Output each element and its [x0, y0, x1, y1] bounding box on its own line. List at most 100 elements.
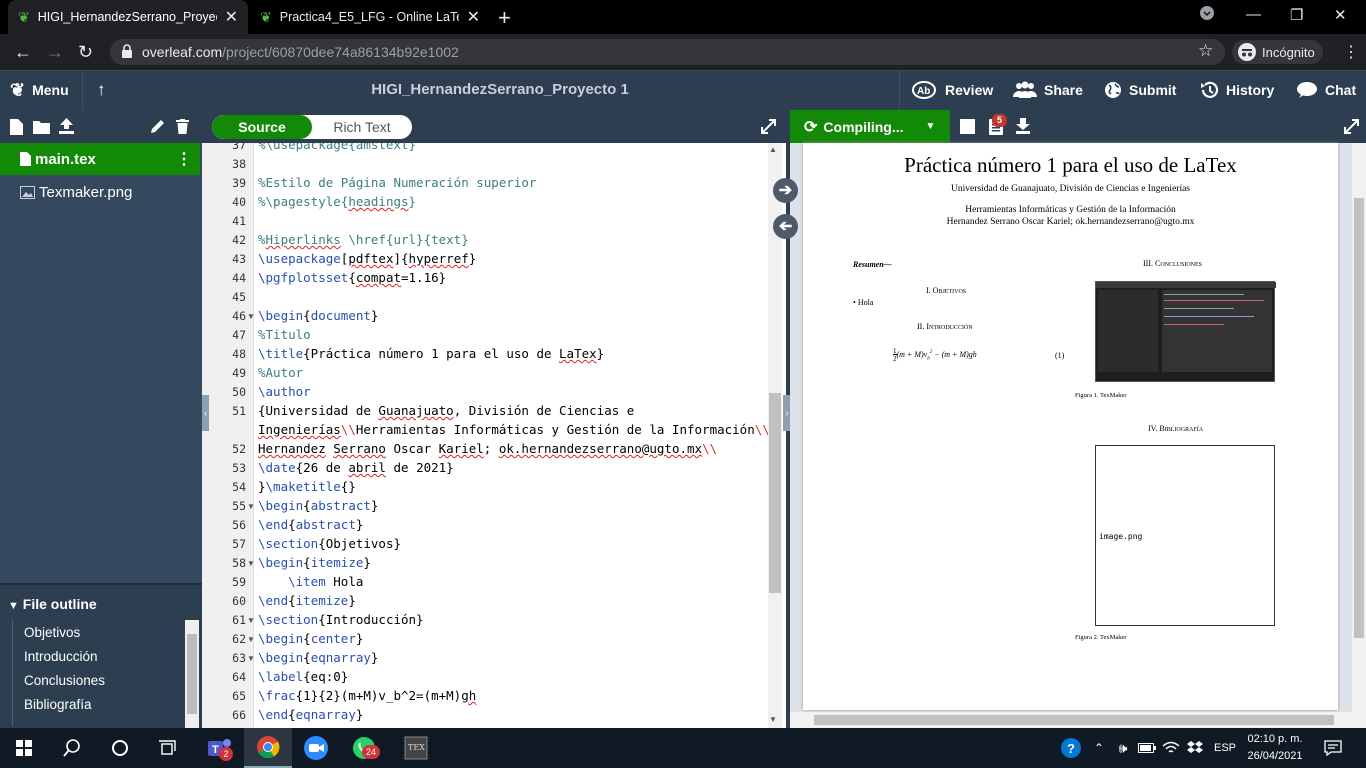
fold-toggle-icon[interactable]: ▼: [247, 559, 255, 568]
url-input[interactable]: overleaf.com/project/60870dee74a86134b92…: [110, 39, 1225, 65]
forward-arrow-icon[interactable]: →: [46, 42, 64, 63]
pdf-horizontal-scrollbar[interactable]: [790, 712, 1366, 728]
code-line[interactable]: \end{eqnarray}: [258, 707, 363, 722]
browser-tab-active[interactable]: ❦ HIGI_HernandezSerrano_Proyecto ✕: [8, 0, 248, 34]
code-line[interactable]: \date{26 de abril de 2021}: [258, 460, 454, 475]
code-line[interactable]: \item Hola: [258, 574, 363, 589]
help-icon[interactable]: ?: [1058, 728, 1084, 768]
code-line[interactable]: \pgfplotsset{compat=1.16}: [258, 270, 446, 285]
history-button[interactable]: History: [1199, 70, 1274, 110]
chat-button[interactable]: Chat: [1296, 70, 1356, 110]
windows-start-icon[interactable]: [0, 728, 48, 768]
code-line[interactable]: \author: [258, 384, 311, 399]
search-icon[interactable]: [48, 728, 96, 768]
submit-button[interactable]: Submit: [1104, 70, 1176, 110]
code-line[interactable]: %Autor: [258, 365, 303, 380]
expand-pdf-icon[interactable]: [1344, 119, 1359, 134]
source-mode-button[interactable]: Source: [212, 115, 312, 139]
battery-icon[interactable]: [1136, 728, 1158, 768]
share-button[interactable]: Share: [1013, 70, 1083, 110]
code-line[interactable]: \section{Objetivos}: [258, 536, 401, 551]
cortana-icon[interactable]: [96, 728, 144, 768]
code-line[interactable]: \title{Práctica número 1 para el uso de …: [258, 346, 604, 361]
sync-to-code-arrow-icon[interactable]: ➔: [773, 214, 798, 239]
code-line[interactable]: %\usepackage{amstext}: [258, 143, 416, 152]
tab-search-icon[interactable]: [1200, 6, 1214, 20]
fold-toggle-icon[interactable]: ▼: [247, 654, 255, 663]
code-line[interactable]: %Estilo de Página Numeración superior: [258, 175, 536, 190]
code-line[interactable]: \label{eq:0}: [258, 669, 348, 684]
texmaker-icon[interactable]: TEX: [392, 728, 440, 768]
dropbox-icon[interactable]: [1184, 728, 1206, 768]
close-tab-icon[interactable]: ✕: [467, 7, 480, 27]
bookmark-star-icon[interactable]: ☆: [1198, 41, 1213, 61]
review-button[interactable]: Ab Review: [912, 70, 993, 110]
code-line[interactable]: \end{abstract}: [258, 517, 363, 532]
teams-icon[interactable]: T: [196, 728, 244, 768]
zoom-icon[interactable]: [292, 728, 340, 768]
rename-pencil-icon[interactable]: [151, 119, 165, 133]
new-file-icon[interactable]: [10, 119, 23, 135]
code-line[interactable]: \usepackage[pdftex]{hyperref}: [258, 251, 476, 266]
notification-center-icon[interactable]: [1318, 728, 1348, 768]
stop-compile-icon[interactable]: [960, 119, 975, 134]
fold-toggle-icon[interactable]: ▼: [247, 312, 255, 321]
sync-to-pdf-arrow-icon[interactable]: ➔: [773, 178, 798, 203]
code-line[interactable]: %Hiperlinks \href{url}{text}: [258, 232, 469, 247]
fold-toggle-icon[interactable]: ▼: [247, 635, 255, 644]
code-line[interactable]: \frac{1}{2}(m+M)v_b^2=(m+M)gh: [258, 688, 476, 703]
show-hidden-icons-caret-icon[interactable]: ⌃: [1090, 728, 1108, 768]
rich-text-mode-button[interactable]: Rich Text: [312, 115, 412, 139]
outline-item-bibliografia[interactable]: Bibliografía: [24, 697, 92, 712]
close-window-icon[interactable]: ✕: [1334, 6, 1347, 24]
back-arrow-icon[interactable]: ←: [14, 42, 32, 63]
code-line[interactable]: \section{Introducción}: [258, 612, 424, 627]
task-view-icon[interactable]: [144, 728, 192, 768]
code-line[interactable]: \begin{document}: [258, 308, 378, 323]
incognito-badge[interactable]: Incógnito: [1232, 40, 1323, 64]
code-line[interactable]: {Universidad de Guanajuato, División de …: [258, 403, 634, 418]
editor-mode-switch[interactable]: Source Rich Text: [212, 115, 412, 139]
code-line[interactable]: \begin{eqnarray}: [258, 650, 378, 665]
lock-icon[interactable]: [121, 44, 133, 59]
code-line[interactable]: Ingenierías\\Herramientas Informáticas y…: [258, 422, 770, 437]
code-line[interactable]: \begin{itemize}: [258, 555, 371, 570]
outline-item-objetivos[interactable]: Objetivos: [24, 625, 80, 640]
volume-icon[interactable]: 🕪: [1112, 728, 1134, 768]
code-line[interactable]: %\pagestyle{headings}: [258, 194, 416, 209]
project-title[interactable]: HIGI_HernandezSerrano_Proyecto 1: [0, 70, 1000, 110]
outline-item-conclusiones[interactable]: Conclusiones: [24, 673, 105, 688]
fold-toggle-icon[interactable]: ▼: [247, 502, 255, 511]
pdf-scrollbar[interactable]: [1352, 143, 1366, 715]
code-editor[interactable]: 37 %\usepackage{amstext} 38 39 %Estilo de Pá…: [202, 143, 786, 728]
compile-options-caret-icon[interactable]: ▼: [926, 121, 936, 132]
browser-menu-icon[interactable]: ⋮: [1343, 42, 1359, 62]
download-pdf-icon[interactable]: [1016, 118, 1030, 134]
expand-editor-icon[interactable]: [761, 119, 776, 134]
browser-tab[interactable]: ❦ Practica4_E5_LFG - Online LaTeX ✕: [250, 0, 490, 34]
new-tab-button[interactable]: +: [498, 5, 511, 31]
code-line[interactable]: %Titulo: [258, 327, 311, 342]
outline-item-introduccion[interactable]: Introducción: [24, 649, 98, 664]
minimize-icon[interactable]: —: [1246, 6, 1261, 23]
clock[interactable]: 02:10 p. m. 26/04/2021: [1245, 731, 1305, 765]
code-line[interactable]: \begin{abstract}: [258, 498, 378, 513]
pdf-page[interactable]: Práctica número 1 para el uso de LaTex U…: [803, 143, 1338, 710]
outline-scrollbar[interactable]: [185, 620, 199, 728]
code-line[interactable]: }\maketitle{}: [258, 479, 356, 494]
file-item-main-tex[interactable]: main.tex ⋮: [0, 143, 200, 175]
collapse-filetree-handle[interactable]: ‹: [202, 395, 209, 431]
file-outline-header[interactable]: ▼ File outline: [8, 596, 97, 612]
recompile-button[interactable]: ⟳ Compiling... ▼: [790, 110, 950, 143]
close-tab-icon[interactable]: ✕: [225, 7, 238, 27]
upload-icon[interactable]: [59, 118, 74, 134]
reload-icon[interactable]: ↻: [78, 42, 93, 63]
chrome-icon[interactable]: [244, 728, 292, 768]
input-language[interactable]: ESP: [1210, 728, 1240, 768]
delete-trash-icon[interactable]: [176, 119, 189, 134]
file-menu-icon[interactable]: ⋮: [176, 149, 192, 169]
new-folder-icon[interactable]: [33, 120, 50, 134]
file-item-texmaker-png[interactable]: Texmaker.png: [0, 176, 200, 208]
code-line[interactable]: \end{itemize}: [258, 593, 356, 608]
code-line[interactable]: Hernandez Serrano Oscar Kariel; ok.herna…: [258, 441, 717, 456]
